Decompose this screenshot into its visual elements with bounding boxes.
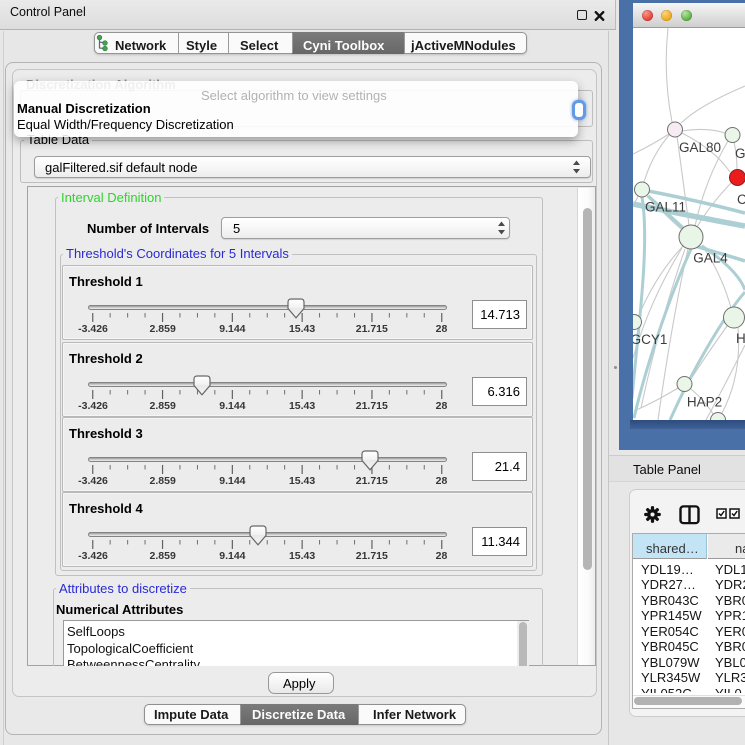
svg-text:CD: CD [737,192,745,207]
svg-text:GCY1: GCY1 [633,332,667,347]
svg-text:HIS: HIS [736,331,745,346]
svg-text:GAL11: GAL11 [645,200,686,215]
svg-text:HAP2: HAP2 [687,395,722,410]
svg-text:GAL4: GAL4 [693,251,728,266]
svg-text:GAL80: GAL80 [679,140,721,155]
svg-text:GAL: GAL [735,146,745,161]
